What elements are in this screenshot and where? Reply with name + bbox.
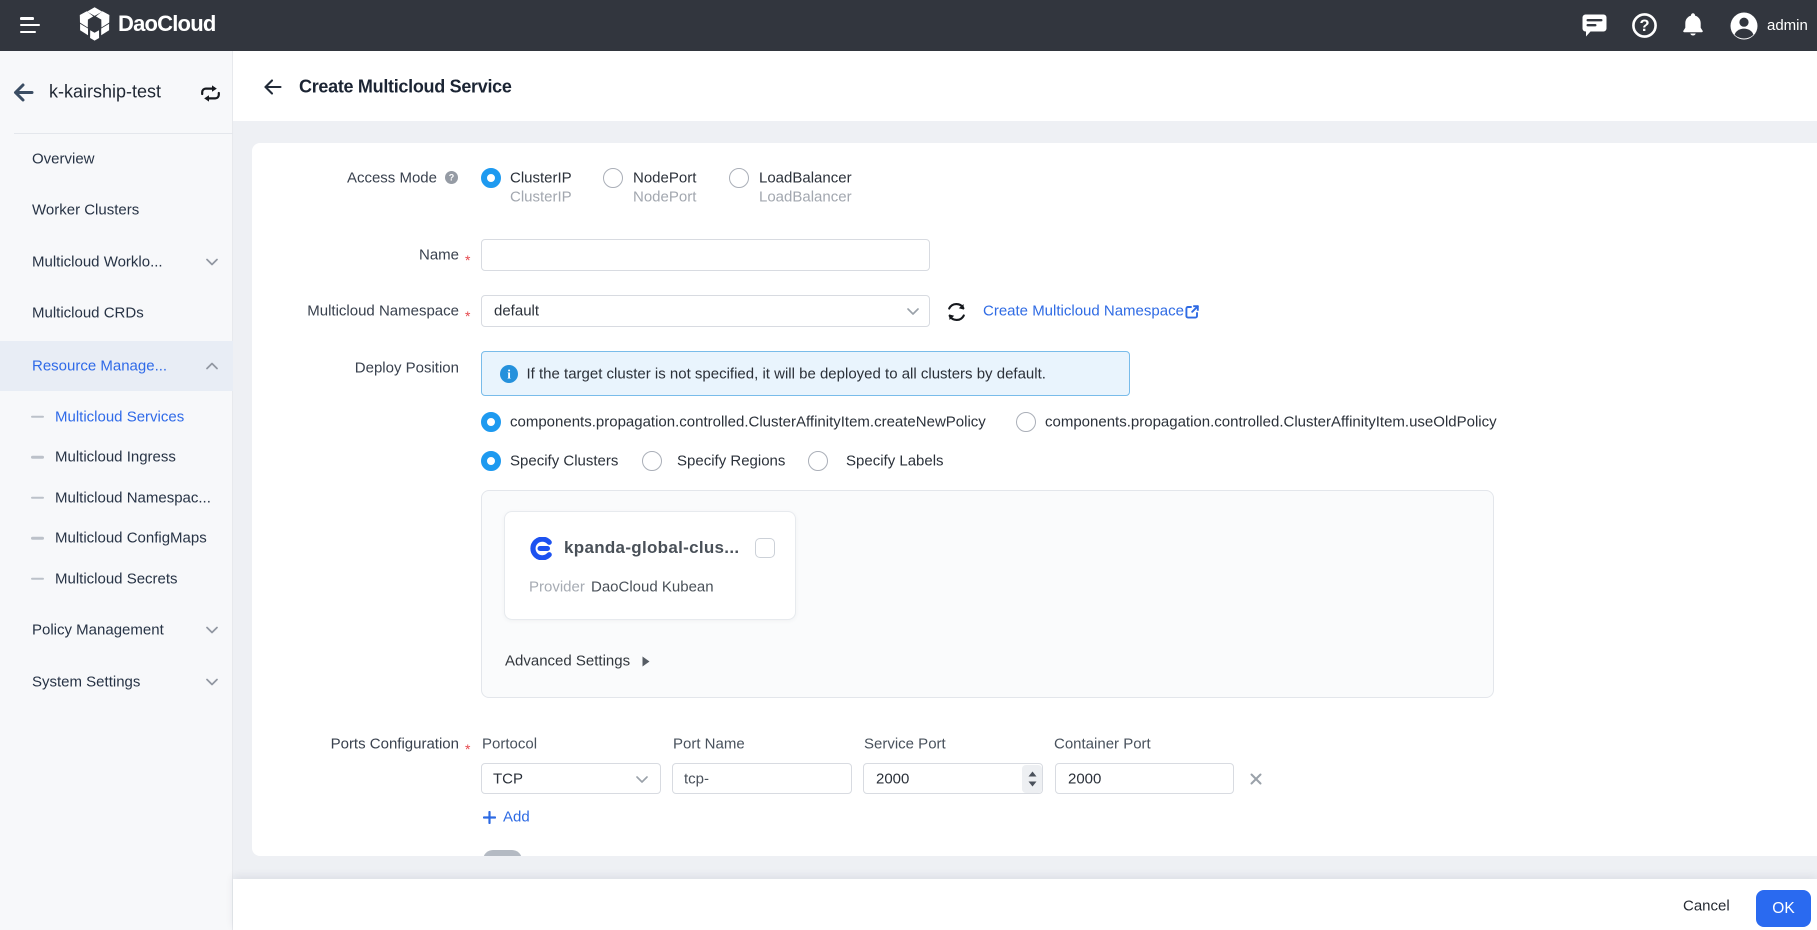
svg-text:?: ? (449, 173, 455, 183)
svg-text:?: ? (1639, 17, 1649, 35)
svg-text:i: i (507, 366, 511, 381)
